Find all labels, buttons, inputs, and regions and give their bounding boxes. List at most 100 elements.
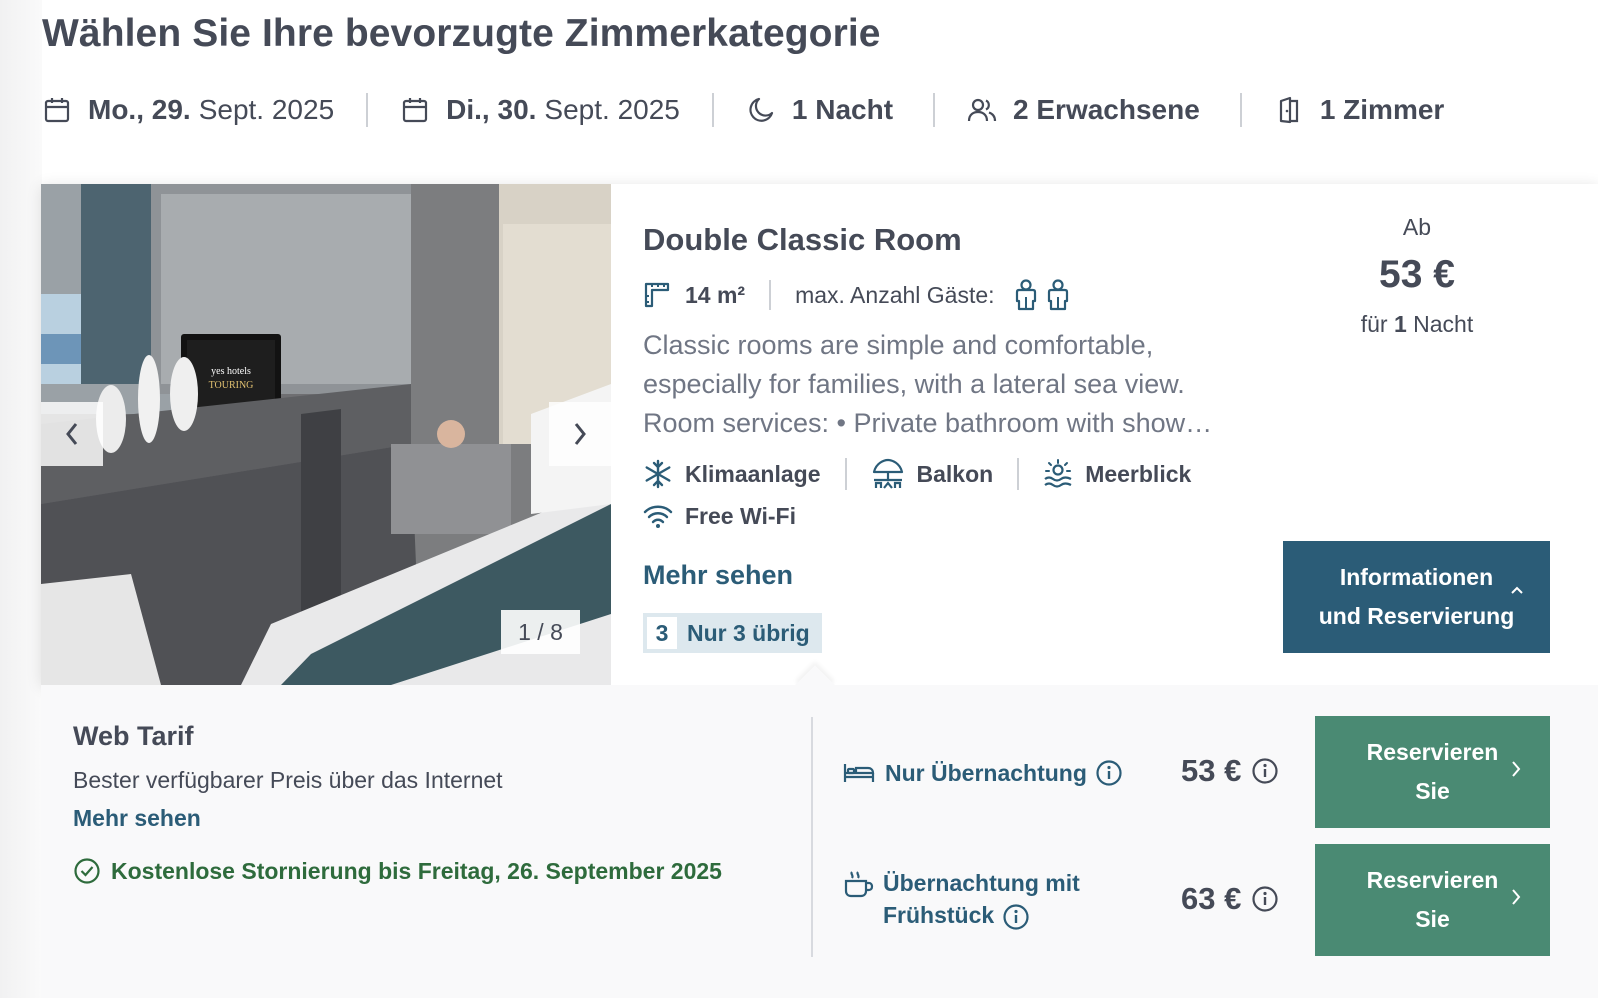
rate-panel: Web Tarif Bester verfügbarer Preis über … [41, 665, 1598, 998]
divider [769, 280, 772, 310]
checkin-date[interactable]: Mo., 29. Sept. 2025 [42, 94, 334, 126]
chevron-right-icon [1512, 761, 1521, 777]
rate-title: Web Tarif [73, 721, 194, 751]
info-button-label: Informationen und Reservierung [1319, 558, 1515, 636]
guest-icons [1013, 279, 1071, 311]
option-price-value: 53 € [1181, 753, 1242, 788]
calendar-icon [400, 95, 430, 125]
calendar-icon [42, 95, 72, 125]
page: Wählen Sie Ihre bevorzugte Zimmerkategor… [0, 0, 1598, 998]
option-label-line: Übernachtung mit [883, 870, 1080, 896]
checkin-day: Mo., 29. [88, 94, 191, 125]
beach-umbrella-icon [872, 458, 903, 489]
check-circle-icon [74, 858, 100, 884]
rooms-label: 1 Zimmer [1319, 94, 1445, 125]
amenity-wifi: Free Wi-Fi [643, 502, 796, 530]
divider [1239, 93, 1242, 127]
rooms-count[interactable]: 1 Zimmer [1274, 94, 1453, 126]
option-price-value: 63 € [1181, 881, 1242, 916]
room-card: yes hotels TOURING 1 / 8 Double Classic … [41, 184, 1598, 685]
amenity-air-conditioning: Klimaanlage [643, 459, 821, 489]
chevron-left-icon [66, 423, 78, 445]
sea-view-icon [1044, 459, 1072, 488]
availability-text: Nur 3 übrig [687, 619, 810, 646]
wifi-icon [643, 505, 673, 528]
guests-count[interactable]: 2 Erwachsene [967, 94, 1208, 126]
room-photo: yes hotels TOURING 1 / 8 [41, 184, 611, 685]
amenity-label: Balkon [916, 460, 994, 487]
button-line: Informationen [1339, 564, 1494, 590]
chevron-up-icon [1511, 586, 1523, 594]
option-label: Übernachtung mit Frühstück [883, 867, 1080, 931]
availability-badge: 3 Nur 3 übrig [643, 613, 822, 653]
checkout-day: Di., 30. [446, 94, 537, 125]
button-line: Sie [1415, 906, 1450, 932]
reserve-room-only-button[interactable]: Reservieren Sie [1315, 716, 1550, 828]
availability-count: 3 [647, 617, 677, 649]
room-description: Classic rooms are simple and comfortable… [643, 326, 1223, 443]
divider [1017, 458, 1020, 490]
free-cancellation: Kostenlose Stornierung bis Freitag, 26. … [73, 857, 722, 885]
amenities-row: Klimaanlage Balkon Meerblick [643, 456, 1191, 492]
option-label: Nur Übernachtung [885, 760, 1087, 786]
amenity-label: Meerblick [1085, 460, 1192, 487]
amenity-balcony: Balkon [871, 458, 994, 490]
coffee-cup-icon [844, 871, 874, 898]
next-photo-button[interactable] [549, 402, 611, 466]
option-label-line: Frühstück [883, 899, 1080, 931]
price-per-text: Nacht [1406, 311, 1474, 337]
room-more-link[interactable]: Mehr sehen [643, 560, 793, 591]
bed-icon [843, 764, 875, 782]
room-size-icon [644, 282, 670, 308]
description-line: Room services: • Private bathroom with s… [643, 408, 1213, 438]
price-prefix: Ab [1402, 214, 1432, 240]
amenities-row: Free Wi-Fi [643, 498, 796, 534]
info-icon[interactable] [1002, 903, 1030, 931]
reserve-button-label: Reservieren Sie [1367, 733, 1499, 811]
previous-photo-button[interactable] [41, 402, 103, 466]
rate-more-link[interactable]: Mehr sehen [73, 805, 201, 832]
left-shade [0, 0, 42, 998]
price-amount: 53 € [1379, 253, 1455, 296]
option-price: 63 € [1181, 881, 1279, 917]
door-icon [1274, 95, 1304, 125]
room-size: 14 m² [685, 281, 746, 308]
button-line: und Reservierung [1318, 603, 1515, 629]
reserve-breakfast-button[interactable]: Reservieren Sie [1315, 844, 1550, 956]
room-only-option: Nur Übernachtung [843, 757, 1123, 789]
info-reservation-button[interactable]: Informationen und Reservierung [1283, 541, 1550, 653]
divider [711, 93, 714, 127]
divider [844, 458, 847, 490]
booking-summary: Mo., 29. Sept. 2025 Di., 30. Sept. 2025 … [42, 90, 1452, 130]
person-icon [1047, 279, 1068, 311]
cancellation-text: Kostenlose Stornierung bis Freitag, 26. … [111, 857, 722, 884]
divider [366, 93, 369, 127]
room-meta: 14 m² max. Anzahl Gäste: [643, 278, 1071, 312]
info-icon[interactable] [1251, 885, 1279, 913]
price-per-text: für [1360, 311, 1394, 337]
amenity-sea-view: Meerblick [1043, 459, 1191, 489]
nights-count[interactable]: 1 Nacht [746, 94, 901, 126]
info-icon[interactable] [1095, 759, 1123, 787]
button-line: Reservieren [1366, 739, 1499, 765]
amenity-label: Klimaanlage [685, 460, 821, 487]
info-icon[interactable] [1251, 757, 1279, 785]
price-per-night: für 1 Nacht [1303, 311, 1531, 338]
photo-tv-text: TOURING [209, 380, 254, 391]
rate-description: Bester verfügbarer Preis über das Intern… [73, 767, 503, 793]
users-icon [967, 95, 997, 125]
button-line: Sie [1415, 778, 1450, 804]
page-title: Wählen Sie Ihre bevorzugte Zimmerkategor… [42, 12, 881, 55]
photo-tv-text: yes hotels [211, 366, 251, 377]
reserve-button-label: Reservieren Sie [1367, 861, 1499, 939]
description-line: especially for families, with a lateral … [643, 369, 1185, 399]
guests-label: 2 Erwachsene [1013, 94, 1200, 125]
person-icon [1015, 279, 1036, 311]
checkout-month-year: Sept. 2025 [544, 94, 680, 125]
photo-counter: 1 / 8 [501, 610, 580, 654]
checkout-date[interactable]: Di., 30. Sept. 2025 [400, 94, 680, 126]
amenity-label: Free Wi-Fi [685, 502, 796, 529]
moon-icon [746, 95, 776, 125]
divider [933, 93, 936, 127]
snowflake-icon [645, 459, 671, 489]
